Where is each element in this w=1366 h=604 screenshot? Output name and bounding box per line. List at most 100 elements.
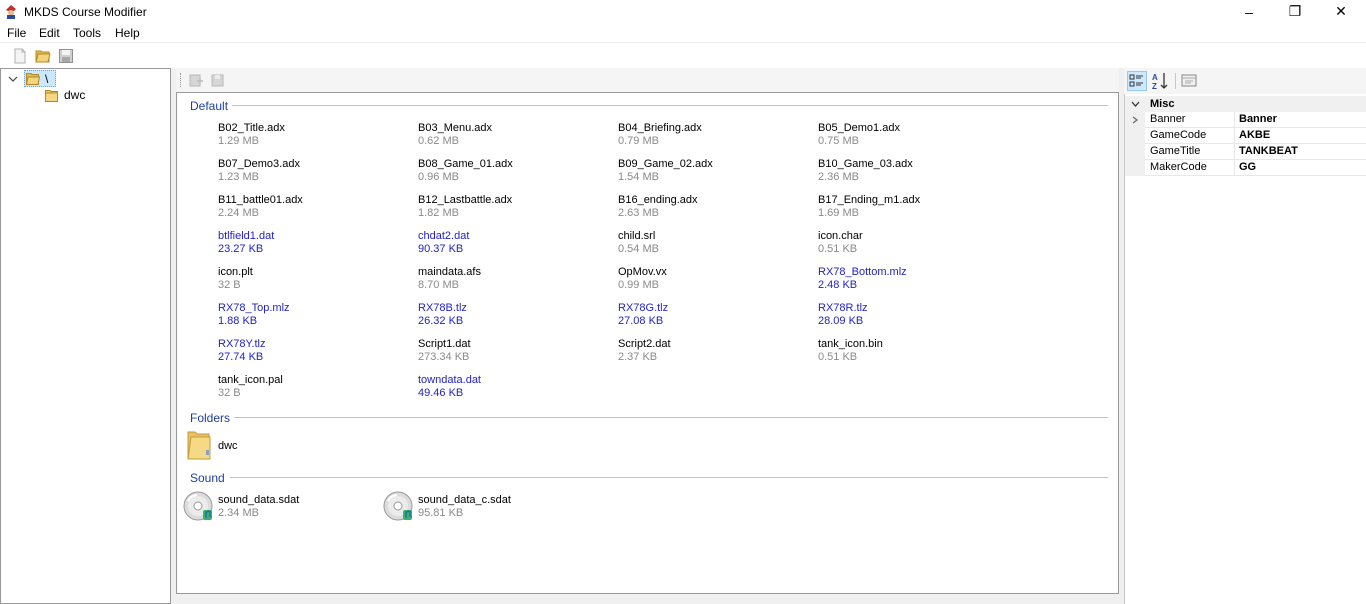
file-item[interactable]: child.srl 0.54 MB: [618, 230, 798, 256]
categorized-view-button[interactable]: [1127, 71, 1147, 91]
new-file-icon[interactable]: [12, 48, 28, 64]
file-size: 2.48 KB: [818, 279, 858, 291]
property-divider[interactable]: [1234, 112, 1235, 128]
file-size: 8.70 MB: [418, 279, 459, 291]
minimize-button[interactable]: –: [1226, 0, 1272, 23]
file-item[interactable]: B11_battle01.adx 2.24 MB: [218, 194, 398, 220]
group-header-default: Default: [190, 99, 229, 113]
tree-node-dwc[interactable]: dwc: [64, 88, 85, 102]
property-value[interactable]: Banner: [1239, 113, 1277, 125]
property-pages-icon: [1181, 74, 1197, 87]
file-item[interactable]: RX78R.tlz 28.09 KB: [818, 302, 998, 328]
file-name: Script2.dat: [618, 338, 671, 350]
file-item[interactable]: B16_ending.adx 2.63 MB: [618, 194, 798, 220]
maximize-button[interactable]: ❐: [1272, 0, 1318, 23]
file-item[interactable]: B08_Game_01.adx 0.96 MB: [418, 158, 598, 184]
file-item[interactable]: B10_Game_03.adx 2.36 MB: [818, 158, 998, 184]
svg-text:Z: Z: [1152, 82, 1157, 91]
file-name: RX78B.tlz: [418, 302, 467, 314]
property-pages-button[interactable]: [1180, 71, 1200, 91]
property-row[interactable]: Banner Banner: [1125, 112, 1366, 128]
file-size: 1.69 MB: [818, 207, 859, 219]
toolbar-grip[interactable]: [180, 73, 183, 87]
file-item[interactable]: icon.char 0.51 KB: [818, 230, 998, 256]
property-row[interactable]: GameTitle TANKBEAT: [1125, 144, 1366, 160]
folder-item-dwc[interactable]: dwc: [218, 440, 238, 452]
file-size: 0.79 MB: [618, 135, 659, 147]
file-item[interactable]: RX78_Top.mlz 1.88 KB: [218, 302, 398, 328]
file-size: 0.75 MB: [818, 135, 859, 147]
file-item[interactable]: B02_Title.adx 1.29 MB: [218, 122, 398, 148]
group-header-folders: Folders: [190, 411, 231, 425]
file-size: 0.51 KB: [818, 351, 858, 363]
file-item[interactable]: icon.plt 32 B: [218, 266, 398, 292]
property-name: Banner: [1150, 113, 1186, 125]
property-row[interactable]: MakerCode GG: [1125, 160, 1366, 176]
file-name: tank_icon.bin: [818, 338, 883, 350]
property-value[interactable]: TANKBEAT: [1239, 145, 1298, 157]
file-size: 1.29 MB: [218, 135, 259, 147]
file-item[interactable]: RX78G.tlz 27.08 KB: [618, 302, 798, 328]
folder-large-icon[interactable]: [187, 430, 211, 460]
chevron-down-icon[interactable]: [1131, 100, 1140, 108]
menu-tools[interactable]: Tools: [73, 26, 101, 40]
sound-disc-icon[interactable]: [183, 491, 213, 521]
file-item[interactable]: B12_Lastbattle.adx 1.82 MB: [418, 194, 598, 220]
property-divider[interactable]: [1234, 144, 1235, 160]
file-item[interactable]: B17_Ending_m1.adx 1.69 MB: [818, 194, 998, 220]
folder-tree[interactable]: \ dwc: [0, 68, 171, 604]
file-item[interactable]: B03_Menu.adx 0.62 MB: [418, 122, 598, 148]
file-size: 0.99 MB: [618, 279, 659, 291]
file-item[interactable]: B09_Game_02.adx 1.54 MB: [618, 158, 798, 184]
alphabetical-view-button[interactable]: A Z: [1150, 71, 1170, 91]
sound-file-item[interactable]: sound_data_c.sdat 95.81 KB: [418, 494, 511, 520]
file-name: B11_battle01.adx: [218, 194, 303, 206]
chevron-right-icon[interactable]: [1132, 116, 1138, 124]
file-size: 95.81 KB: [418, 507, 464, 519]
file-item[interactable]: RX78Y.tlz 27.74 KB: [218, 338, 398, 364]
file-name: B08_Game_01.adx: [418, 158, 513, 170]
file-item[interactable]: RX78B.tlz 26.32 KB: [418, 302, 598, 328]
chevron-down-icon[interactable]: [8, 74, 18, 84]
tree-node-root[interactable]: \: [45, 72, 48, 86]
file-item[interactable]: towndata.dat 49.46 KB: [418, 374, 598, 400]
property-divider[interactable]: [1234, 128, 1235, 144]
menu-edit[interactable]: Edit: [39, 26, 60, 40]
sound-file-item[interactable]: sound_data.sdat 2.34 MB: [218, 494, 299, 520]
file-item[interactable]: tank_icon.bin 0.51 KB: [818, 338, 998, 364]
file-item[interactable]: maindata.afs 8.70 MB: [418, 266, 598, 292]
file-item[interactable]: RX78_Bottom.mlz 2.48 KB: [818, 266, 998, 292]
file-item[interactable]: B04_Briefing.adx 0.79 MB: [618, 122, 798, 148]
file-item[interactable]: chdat2.dat 90.37 KB: [418, 230, 598, 256]
folder-icon: [45, 90, 58, 102]
save-icon[interactable]: [58, 48, 74, 64]
sound-disc-icon[interactable]: [383, 491, 413, 521]
menu-help[interactable]: Help: [115, 26, 140, 40]
svg-text:A: A: [1152, 73, 1158, 82]
property-grid[interactable]: Misc Banner Banner GameCode AKBE GameTitle TA…: [1124, 94, 1366, 604]
property-value[interactable]: AKBE: [1239, 129, 1270, 141]
import-icon[interactable]: [188, 72, 204, 88]
file-item[interactable]: OpMov.vx 0.99 MB: [618, 266, 798, 292]
close-button[interactable]: ✕: [1318, 0, 1364, 23]
export-icon[interactable]: [210, 72, 226, 88]
file-item[interactable]: Script2.dat 2.37 KB: [618, 338, 798, 364]
file-size: 273.34 KB: [418, 351, 470, 363]
property-category-misc[interactable]: Misc: [1125, 96, 1366, 112]
property-divider[interactable]: [1234, 160, 1235, 176]
menu-file[interactable]: File: [7, 26, 26, 40]
property-row[interactable]: GameCode AKBE: [1125, 128, 1366, 144]
file-item[interactable]: Script1.dat 273.34 KB: [418, 338, 598, 364]
file-size: 23.27 KB: [218, 243, 264, 255]
file-item[interactable]: B05_Demo1.adx 0.75 MB: [818, 122, 998, 148]
sort-az-icon: A Z: [1152, 73, 1168, 91]
open-folder-icon[interactable]: [35, 48, 51, 64]
file-item[interactable]: B07_Demo3.adx 1.23 MB: [218, 158, 398, 184]
file-item[interactable]: btlfield1.dat 23.27 KB: [218, 230, 398, 256]
menu-bar: File Edit Tools Help: [0, 23, 1366, 42]
file-view[interactable]: Default Folders dwc Sound B02_Title.adx 1…: [176, 92, 1119, 594]
file-name: RX78Y.tlz: [218, 338, 266, 350]
property-value[interactable]: GG: [1239, 161, 1256, 173]
mario-app-icon: [6, 5, 16, 19]
file-item[interactable]: tank_icon.pal 32 B: [218, 374, 398, 400]
